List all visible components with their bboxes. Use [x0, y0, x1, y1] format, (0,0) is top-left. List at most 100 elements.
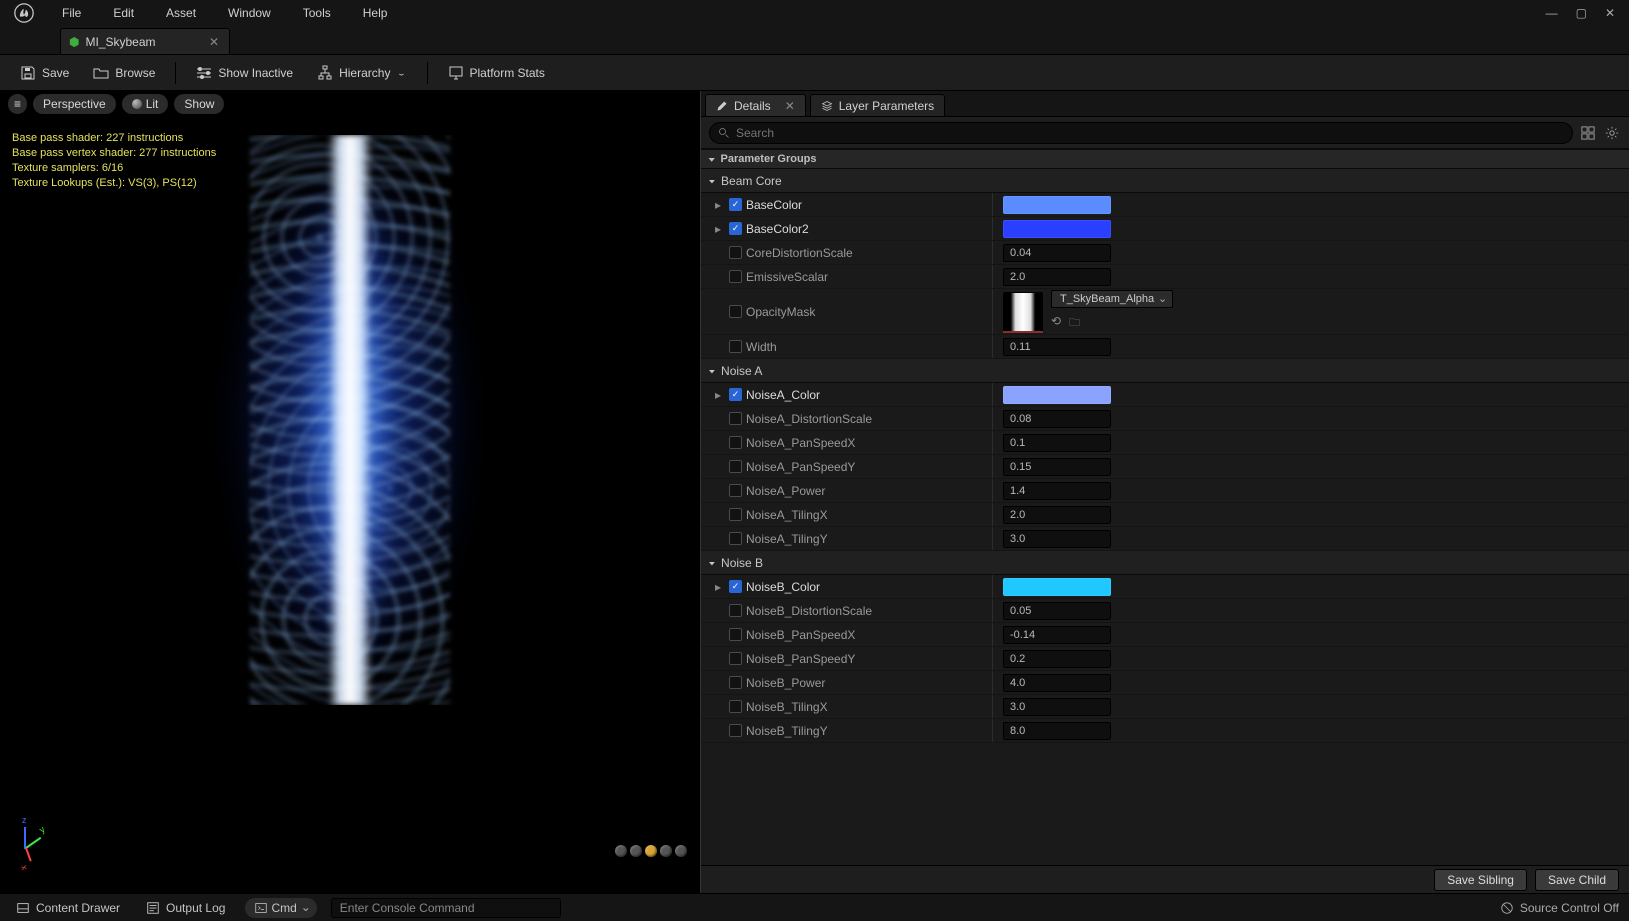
texture-thumbnail[interactable]: [1003, 292, 1043, 332]
override-checkbox[interactable]: [729, 388, 742, 401]
tab-details[interactable]: Details ✕: [705, 94, 806, 116]
value-input[interactable]: 1.4: [1003, 482, 1111, 500]
value-input[interactable]: 0.05: [1003, 602, 1111, 620]
property-list[interactable]: ▾ Parameter Groups ▾ Beam Core ▸BaseColo…: [701, 149, 1629, 865]
prop-label: Width: [746, 340, 777, 354]
value-input[interactable]: 0.1: [1003, 434, 1111, 452]
value-input[interactable]: 0.15: [1003, 458, 1111, 476]
value-input[interactable]: 3.0: [1003, 698, 1111, 716]
save-child-button[interactable]: Save Child: [1535, 869, 1619, 891]
prop-label: NoiseA_TilingX: [746, 508, 828, 522]
expand-icon[interactable]: ▸: [715, 222, 725, 236]
override-checkbox[interactable]: [729, 724, 742, 737]
color-swatch[interactable]: [1003, 386, 1111, 404]
expand-icon[interactable]: ▸: [715, 580, 725, 594]
prop-label: NoiseB_PanSpeedX: [746, 628, 855, 642]
override-checkbox[interactable]: [729, 460, 742, 473]
show-button[interactable]: Show: [174, 94, 224, 114]
color-swatch[interactable]: [1003, 578, 1111, 596]
value-input[interactable]: 3.0: [1003, 530, 1111, 548]
value-input[interactable]: 0.04: [1003, 244, 1111, 262]
browse-button[interactable]: Browse: [85, 61, 163, 85]
section-parameter-groups[interactable]: ▾ Parameter Groups: [701, 149, 1629, 169]
override-checkbox[interactable]: [729, 508, 742, 521]
value-input[interactable]: -0.14: [1003, 626, 1111, 644]
save-sibling-button[interactable]: Save Sibling: [1434, 869, 1527, 891]
console-input[interactable]: Enter Console Command: [331, 898, 561, 918]
asset-reference[interactable]: T_SkyBeam_Alpha: [1051, 290, 1173, 308]
override-checkbox[interactable]: [729, 412, 742, 425]
source-control-button[interactable]: Source Control Off: [1500, 901, 1619, 915]
output-log-button[interactable]: Output Log: [140, 898, 231, 918]
toolbar: Save Browse Show Inactive Hierarchy ⌄ Pl…: [0, 55, 1629, 91]
color-swatch[interactable]: [1003, 220, 1111, 238]
content-drawer-button[interactable]: Content Drawer: [10, 898, 126, 918]
override-checkbox[interactable]: [729, 700, 742, 713]
override-checkbox[interactable]: [729, 246, 742, 259]
platform-stats-button[interactable]: Platform Stats: [440, 61, 553, 85]
override-checkbox[interactable]: [729, 604, 742, 617]
menu-tools[interactable]: Tools: [299, 4, 335, 22]
perspective-button[interactable]: Perspective: [33, 94, 116, 114]
override-checkbox[interactable]: [729, 270, 742, 283]
tab-layer-parameters[interactable]: Layer Parameters: [810, 94, 945, 116]
group-noise-a[interactable]: ▾ Noise A: [701, 359, 1629, 383]
expand-icon[interactable]: ▸: [715, 198, 725, 212]
group-beam-core[interactable]: ▾ Beam Core: [701, 169, 1629, 193]
override-checkbox[interactable]: [729, 652, 742, 665]
lit-button[interactable]: Lit: [122, 94, 169, 114]
override-checkbox[interactable]: [729, 628, 742, 641]
group-noise-b[interactable]: ▾ Noise B: [701, 551, 1629, 575]
menu-help[interactable]: Help: [359, 4, 392, 22]
menu-edit[interactable]: Edit: [109, 4, 138, 22]
gear-icon[interactable]: [1603, 124, 1621, 142]
minimize-icon[interactable]: —: [1546, 6, 1558, 20]
override-checkbox[interactable]: [729, 198, 742, 211]
browse-to-asset-icon[interactable]: 🗀: [1069, 314, 1080, 333]
menu-asset[interactable]: Asset: [162, 4, 200, 22]
maximize-icon[interactable]: ▢: [1576, 6, 1587, 20]
override-checkbox[interactable]: [729, 580, 742, 593]
override-checkbox[interactable]: [729, 676, 742, 689]
value-input[interactable]: 0.08: [1003, 410, 1111, 428]
search-input[interactable]: [709, 122, 1573, 144]
menu-file[interactable]: File: [58, 4, 85, 22]
override-checkbox[interactable]: [729, 484, 742, 497]
save-button[interactable]: Save: [12, 61, 77, 85]
hierarchy-button[interactable]: Hierarchy ⌄: [309, 61, 414, 85]
stat-line: Base pass vertex shader: 277 instruction…: [12, 146, 216, 161]
value-input[interactable]: 2.0: [1003, 506, 1111, 524]
use-selected-icon[interactable]: ⟲: [1051, 314, 1061, 333]
viewport-options-button[interactable]: ≡: [8, 94, 27, 114]
params-icon: [196, 65, 212, 81]
show-inactive-button[interactable]: Show Inactive: [188, 61, 301, 85]
override-checkbox[interactable]: [729, 436, 742, 449]
override-checkbox[interactable]: [729, 340, 742, 353]
app-logo-icon: [14, 3, 34, 23]
prop-width: ▸Width 0.11: [701, 335, 1629, 359]
value-input[interactable]: 0.11: [1003, 338, 1111, 356]
viewport[interactable]: ≡ Perspective Lit Show Base pass shader:…: [0, 91, 700, 893]
expand-icon[interactable]: ▸: [715, 388, 725, 402]
cmd-label: Cmd: [271, 901, 296, 915]
value-input[interactable]: 8.0: [1003, 722, 1111, 740]
override-checkbox[interactable]: [729, 222, 742, 235]
value-input[interactable]: 0.2: [1003, 650, 1111, 668]
tab-close-icon[interactable]: ✕: [785, 99, 795, 113]
prop-noisea-distortionscale: ▸NoiseA_DistortionScale 0.08: [701, 407, 1629, 431]
search-field[interactable]: [736, 126, 1564, 140]
menu-window[interactable]: Window: [224, 4, 275, 22]
color-swatch[interactable]: [1003, 196, 1111, 214]
override-checkbox[interactable]: [729, 305, 742, 318]
tab-close-icon[interactable]: ✕: [209, 35, 219, 49]
document-tab[interactable]: ⬢ MI_Skybeam ✕: [60, 28, 230, 54]
override-checkbox[interactable]: [729, 532, 742, 545]
grid-view-icon[interactable]: [1579, 124, 1597, 142]
close-icon[interactable]: ✕: [1605, 6, 1615, 20]
cmd-selector[interactable]: Cmd: [245, 898, 316, 918]
value-input[interactable]: 4.0: [1003, 674, 1111, 692]
preview-mesh-selector[interactable]: [615, 845, 687, 857]
prop-noiseb-tilingy: ▸NoiseB_TilingY 8.0: [701, 719, 1629, 743]
prop-label: NoiseA_PanSpeedX: [746, 436, 855, 450]
value-input[interactable]: 2.0: [1003, 268, 1111, 286]
